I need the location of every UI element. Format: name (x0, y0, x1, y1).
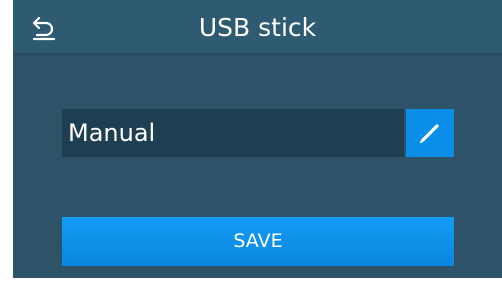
edit-button[interactable] (406, 109, 454, 157)
device-screen: USB stick Manual SAVE (0, 0, 502, 282)
save-button[interactable]: SAVE (62, 217, 454, 266)
usb-stick-panel: USB stick Manual SAVE (13, 0, 502, 278)
page-title: USB stick (198, 13, 317, 42)
pencil-icon (420, 124, 439, 143)
header-bar: USB stick (13, 0, 502, 55)
name-field[interactable]: Manual (62, 109, 404, 157)
back-button[interactable] (27, 12, 61, 44)
back-arrow-icon (32, 16, 56, 41)
